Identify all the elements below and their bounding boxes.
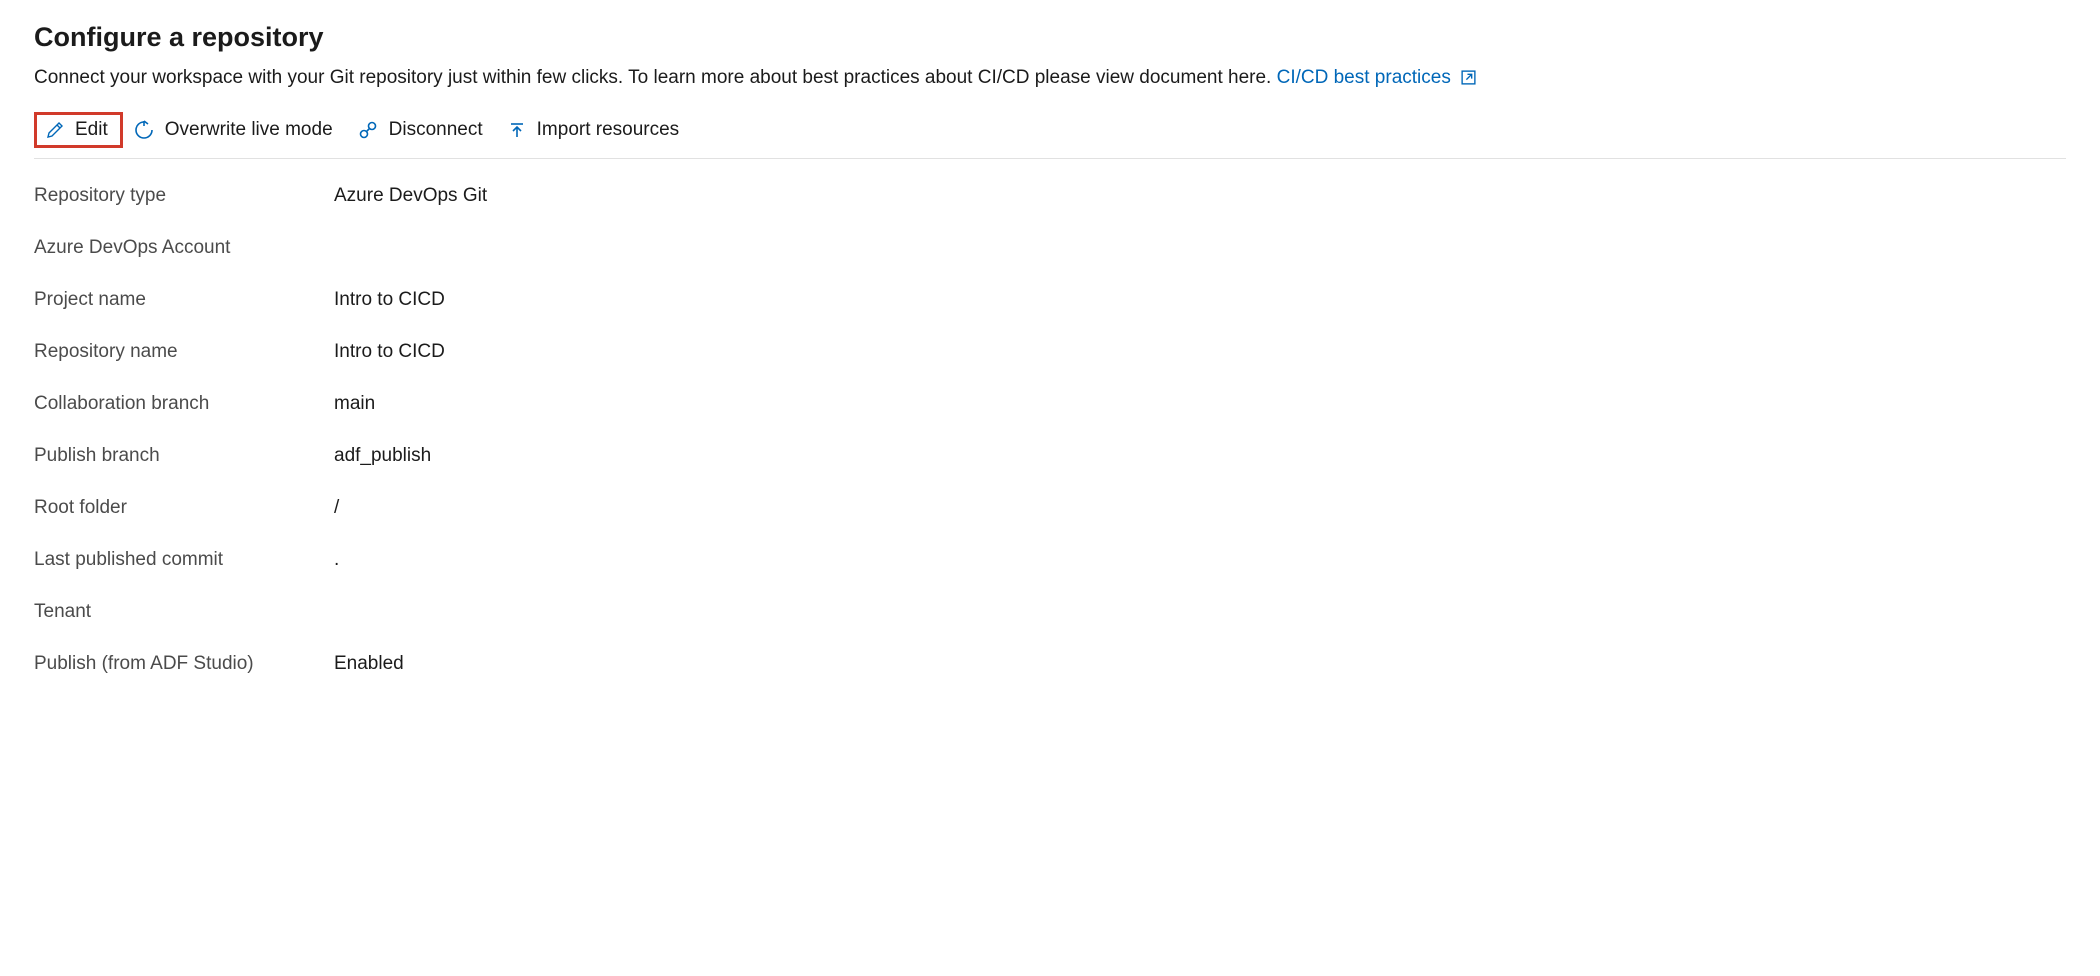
disconnect-button[interactable]: Disconnect xyxy=(347,113,497,147)
detail-value: Enabled xyxy=(334,653,404,675)
cicd-best-practices-link[interactable]: CI/CD best practices xyxy=(1277,67,1478,88)
import-resources-label: Import resources xyxy=(537,119,680,141)
detail-row: Root folder/ xyxy=(34,497,2066,519)
overwrite-live-mode-button[interactable]: Overwrite live mode xyxy=(123,113,347,147)
toolbar: Edit Overwrite live mode Disconnect xyxy=(34,112,2066,159)
import-resources-button[interactable]: Import resources xyxy=(497,113,694,147)
subtitle-text: Connect your workspace with your Git rep… xyxy=(34,67,1271,88)
repository-details: Repository typeAzure DevOps GitAzure Dev… xyxy=(34,185,2066,675)
detail-label: Collaboration branch xyxy=(34,393,334,415)
detail-row: Repository typeAzure DevOps Git xyxy=(34,185,2066,207)
detail-value: main xyxy=(334,393,375,415)
detail-row: Azure DevOps Account xyxy=(34,237,2066,259)
cicd-best-practices-link-text: CI/CD best practices xyxy=(1277,67,1451,88)
page-subtitle: Connect your workspace with your Git rep… xyxy=(34,65,2066,92)
refresh-icon xyxy=(133,119,155,141)
detail-value: Azure DevOps Git xyxy=(334,185,487,207)
page-title: Configure a repository xyxy=(34,22,2066,53)
edit-button[interactable]: Edit xyxy=(34,112,123,148)
detail-value: / xyxy=(334,497,339,519)
disconnect-button-label: Disconnect xyxy=(389,119,483,141)
pencil-icon xyxy=(45,120,65,140)
detail-row: Repository nameIntro to CICD xyxy=(34,341,2066,363)
detail-label: Azure DevOps Account xyxy=(34,237,334,259)
detail-row: Publish branchadf_publish xyxy=(34,445,2066,467)
detail-value: Intro to CICD xyxy=(334,341,445,363)
detail-row: Publish (from ADF Studio)Enabled xyxy=(34,653,2066,675)
detail-label: Publish branch xyxy=(34,445,334,467)
detail-label: Project name xyxy=(34,289,334,311)
disconnect-icon xyxy=(357,119,379,141)
detail-label: Root folder xyxy=(34,497,334,519)
external-link-icon xyxy=(1460,69,1477,86)
detail-row: Collaboration branchmain xyxy=(34,393,2066,415)
detail-label: Tenant xyxy=(34,601,334,623)
detail-row: Project nameIntro to CICD xyxy=(34,289,2066,311)
detail-row: Last published commit. xyxy=(34,549,2066,571)
overwrite-live-mode-label: Overwrite live mode xyxy=(165,119,333,141)
detail-label: Last published commit xyxy=(34,549,334,571)
import-icon xyxy=(507,120,527,140)
detail-label: Repository name xyxy=(34,341,334,363)
configure-repository-page: Configure a repository Connect your work… xyxy=(0,0,2100,727)
detail-row: Tenant xyxy=(34,601,2066,623)
detail-value: adf_publish xyxy=(334,445,431,467)
edit-button-label: Edit xyxy=(75,119,108,141)
detail-value: . xyxy=(334,549,339,571)
detail-label: Publish (from ADF Studio) xyxy=(34,653,334,675)
detail-label: Repository type xyxy=(34,185,334,207)
detail-value: Intro to CICD xyxy=(334,289,445,311)
